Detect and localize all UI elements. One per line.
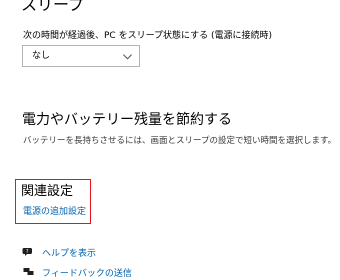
send-feedback-link[interactable]: フィードバックの送信 (42, 269, 132, 280)
sleep-timeout-value: なし (32, 51, 51, 61)
sleep-timeout-dropdown[interactable]: なし (22, 45, 140, 67)
battery-saving-description: バッテリーを長持ちさせるには、画面とスリープの設定で短い時間を選択します。 (23, 136, 337, 146)
svg-text:?: ? (26, 249, 29, 255)
battery-saving-heading: 電力やバッテリー残量を節約する (22, 112, 232, 128)
show-help-link[interactable]: ヘルプを表示 (42, 249, 96, 260)
sleep-heading: スリープ (21, 0, 85, 14)
related-settings-heading: 関連設定 (21, 184, 74, 199)
additional-power-settings-link[interactable]: 電源の追加設定 (23, 207, 86, 218)
help-chat-icon[interactable]: ? (22, 247, 34, 258)
chevron-down-icon (123, 54, 132, 60)
sleep-label: 次の時間が経過後、PC をスリープ状態にする (電源に接続時) (23, 31, 273, 41)
